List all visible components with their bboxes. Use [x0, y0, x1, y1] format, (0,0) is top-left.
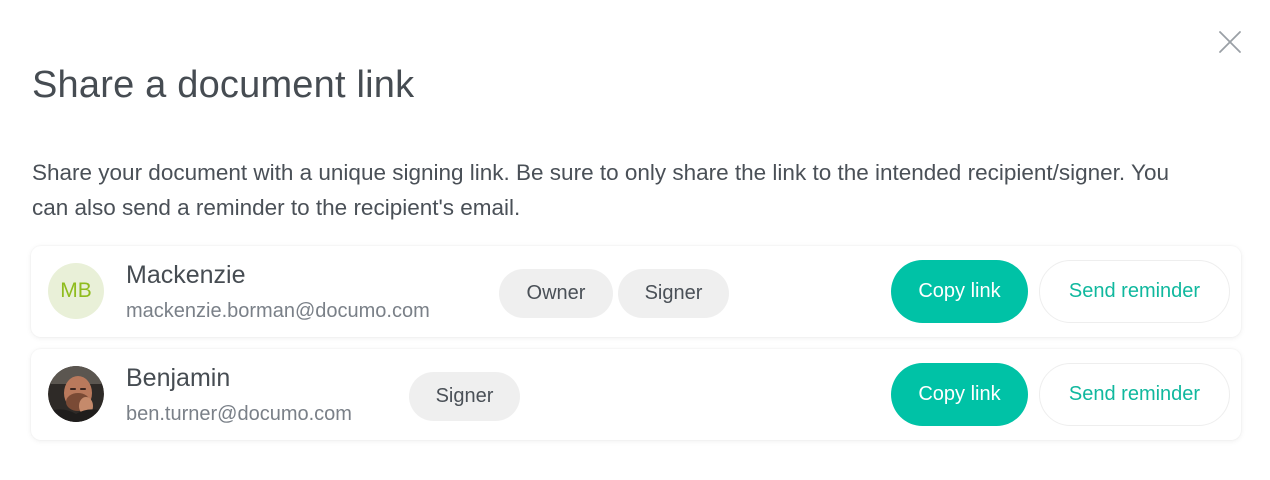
recipient-name: Benjamin — [126, 364, 231, 392]
copy-link-button[interactable]: Copy link — [891, 363, 1028, 426]
dialog-description: Share your document with a unique signin… — [32, 160, 1169, 220]
user-photo-avatar — [48, 366, 104, 422]
dialog-title: Share a document link — [32, 64, 415, 106]
role-badge-owner: Owner — [499, 269, 613, 318]
role-badge-signer: Signer — [618, 269, 729, 318]
send-reminder-button[interactable]: Send reminder — [1039, 260, 1230, 323]
avatar-initials: MB — [60, 279, 92, 302]
close-button[interactable] — [1214, 26, 1246, 58]
recipient-email: mackenzie.borman@documo.com — [126, 300, 430, 322]
avatar — [48, 366, 104, 422]
send-reminder-button[interactable]: Send reminder — [1039, 363, 1230, 426]
role-badge-signer: Signer — [409, 372, 520, 421]
recipient-row: MB Mackenzie mackenzie.borman@documo.com… — [31, 246, 1241, 337]
recipient-email: ben.turner@documo.com — [126, 403, 352, 425]
recipient-row: Benjamin ben.turner@documo.com Signer Co… — [31, 349, 1241, 440]
share-link-dialog: Share a document link Share your documen… — [0, 0, 1270, 480]
copy-link-button[interactable]: Copy link — [891, 260, 1028, 323]
recipient-name: Mackenzie — [126, 261, 246, 289]
close-icon — [1219, 31, 1241, 53]
avatar: MB — [48, 263, 104, 319]
